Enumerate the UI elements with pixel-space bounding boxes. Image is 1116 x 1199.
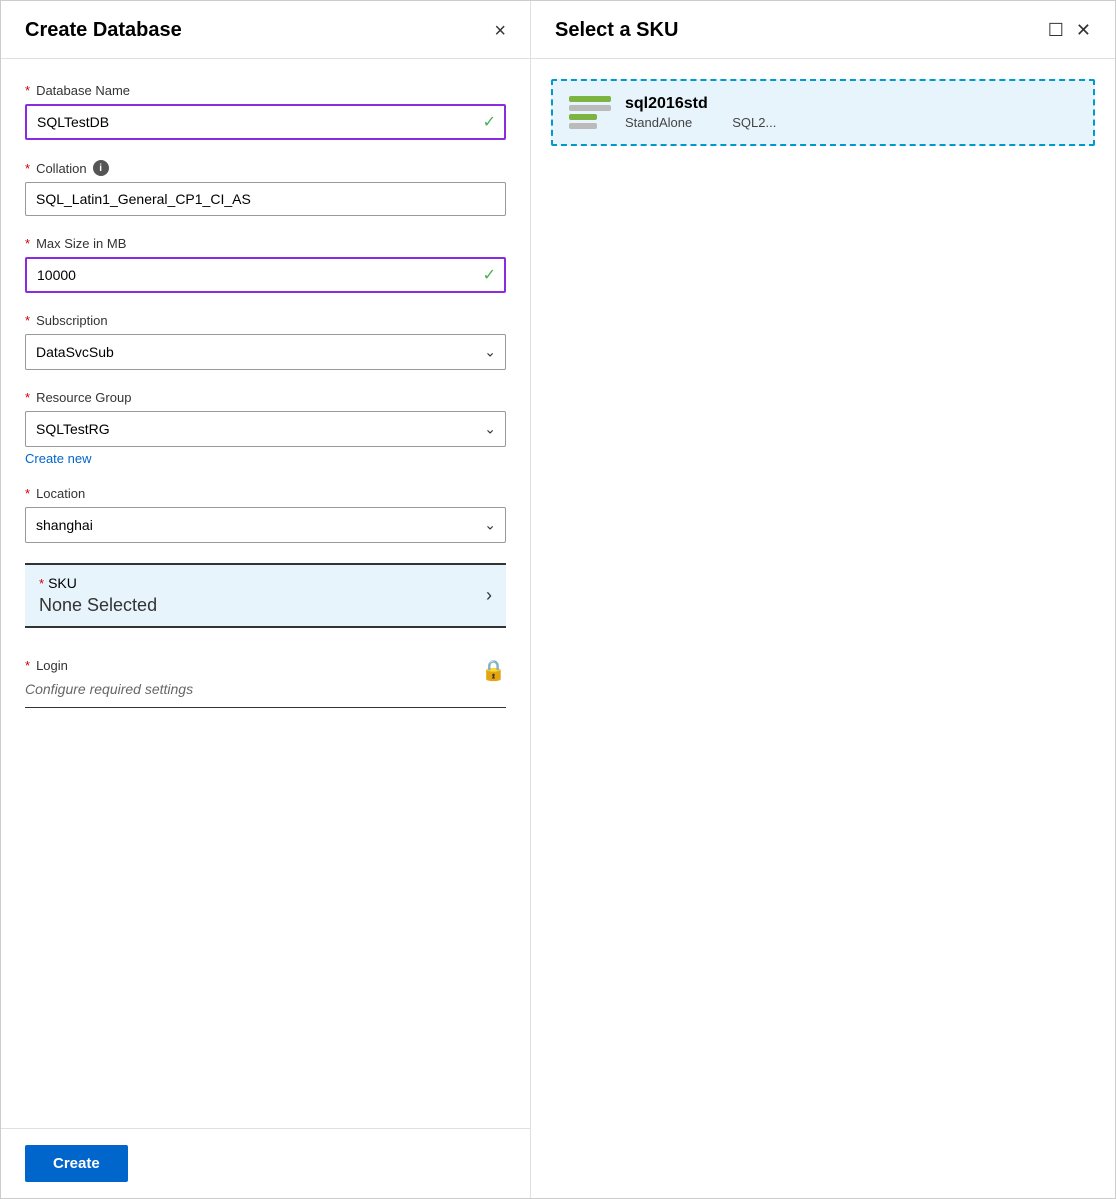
resource-group-select[interactable]: SQLTestRG (25, 411, 506, 447)
max-size-check-icon: ✓ (483, 265, 496, 285)
login-field: * Login Configure required settings 🔒 (25, 648, 506, 708)
sku-field[interactable]: * SKU None Selected › (25, 563, 506, 628)
create-new-link[interactable]: Create new (25, 451, 91, 466)
collation-label: * Collation i (25, 160, 506, 176)
max-size-label: * Max Size in MB (25, 236, 506, 251)
max-size-label-text: Max Size in MB (36, 236, 126, 251)
right-panel-title: Select a SKU (555, 19, 678, 42)
sku-field-content: * SKU None Selected (39, 575, 157, 616)
create-database-panel: Create Database × * Database Name ✓ * Co… (1, 1, 531, 1198)
location-select-wrapper: shanghai ⌄ (25, 507, 506, 543)
sku-item-meta: StandAlone SQL2... (625, 115, 776, 130)
collation-input-wrapper (25, 182, 506, 216)
location-select[interactable]: shanghai (25, 507, 506, 543)
required-star-login: * (25, 658, 30, 673)
resource-group-group: * Resource Group SQLTestRG ⌄ Create new (25, 390, 506, 466)
sku-item-icon (569, 96, 611, 129)
right-panel-actions: ☐ ✕ (1048, 20, 1091, 41)
sku-item-type: StandAlone (625, 115, 692, 130)
sku-value: None Selected (39, 595, 157, 616)
sku-item-name: sql2016std (625, 95, 776, 113)
subscription-group: * Subscription DataSvcSub ⌄ (25, 313, 506, 370)
subscription-label: * Subscription (25, 313, 506, 328)
max-size-input-wrapper: ✓ (25, 257, 506, 293)
right-panel-header: Select a SKU ☐ ✕ (531, 1, 1115, 59)
database-name-group: * Database Name ✓ (25, 83, 506, 140)
sku-icon-bar-green2 (569, 114, 597, 120)
sku-list-item[interactable]: sql2016std StandAlone SQL2... (551, 79, 1095, 146)
database-name-check-icon: ✓ (483, 112, 496, 132)
required-star-sub: * (25, 313, 30, 328)
left-panel-close-button[interactable]: × (494, 21, 506, 41)
login-placeholder-text: Configure required settings (25, 681, 193, 697)
login-label: * Login (25, 658, 193, 673)
database-name-input-wrapper: ✓ (25, 104, 506, 140)
subscription-label-text: Subscription (36, 313, 108, 328)
login-label-text: Login (36, 658, 68, 673)
subscription-select[interactable]: DataSvcSub (25, 334, 506, 370)
sku-chevron-right-icon: › (486, 585, 492, 606)
required-star-rg: * (25, 390, 30, 405)
required-star-maxsize: * (25, 236, 30, 251)
sku-group: * SKU None Selected › (25, 563, 506, 628)
max-size-group: * Max Size in MB ✓ (25, 236, 506, 293)
subscription-select-wrapper: DataSvcSub ⌄ (25, 334, 506, 370)
required-star-collation: * (25, 161, 30, 176)
login-content: * Login Configure required settings (25, 658, 193, 697)
create-button[interactable]: Create (25, 1145, 128, 1182)
sku-icon-bar-green1 (569, 96, 611, 102)
collation-group: * Collation i (25, 160, 506, 216)
maximize-button[interactable]: ☐ (1048, 20, 1064, 41)
resource-group-label-text: Resource Group (36, 390, 131, 405)
left-panel-body: * Database Name ✓ * Collation i (1, 59, 530, 1128)
max-size-input[interactable] (25, 257, 506, 293)
left-panel-footer: Create (1, 1128, 530, 1198)
location-label-text: Location (36, 486, 85, 501)
required-star-location: * (25, 486, 30, 501)
required-star-sku: * (39, 576, 44, 591)
location-label: * Location (25, 486, 506, 501)
sku-label-text: SKU (48, 575, 77, 591)
sku-item-info: sql2016std StandAlone SQL2... (625, 95, 776, 130)
sku-item-version: SQL2... (732, 115, 776, 130)
left-panel-header: Create Database × (1, 1, 530, 59)
collation-label-text: Collation (36, 161, 87, 176)
database-name-label-text: Database Name (36, 83, 130, 98)
required-star-db: * (25, 83, 30, 98)
sku-icon-bar-gray1 (569, 105, 611, 111)
resource-group-label: * Resource Group (25, 390, 506, 405)
collation-info-icon[interactable]: i (93, 160, 109, 176)
database-name-label: * Database Name (25, 83, 506, 98)
lock-icon[interactable]: 🔒 (481, 658, 506, 683)
location-group: * Location shanghai ⌄ (25, 486, 506, 543)
sku-label-row: * SKU (39, 575, 157, 591)
login-group: * Login Configure required settings 🔒 (25, 648, 506, 708)
resource-group-select-wrapper: SQLTestRG ⌄ (25, 411, 506, 447)
collation-input[interactable] (25, 182, 506, 216)
left-panel-title: Create Database (25, 19, 182, 42)
database-name-input[interactable] (25, 104, 506, 140)
right-panel-close-button[interactable]: ✕ (1076, 20, 1091, 41)
select-sku-panel: Select a SKU ☐ ✕ sql2016std StandAlone (531, 1, 1115, 1198)
right-panel-body: sql2016std StandAlone SQL2... (531, 59, 1115, 1198)
sku-icon-bar-gray2 (569, 123, 597, 129)
